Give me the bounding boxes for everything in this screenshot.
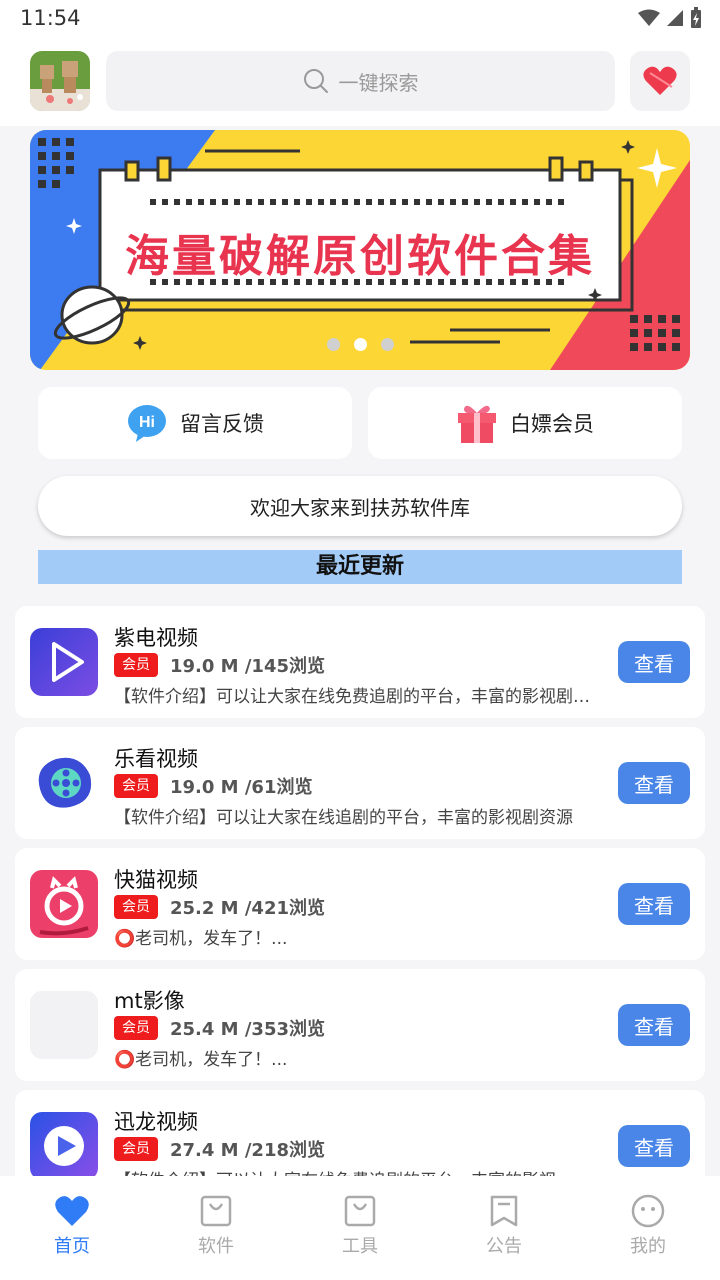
hi-bubble-icon: Hi [128,405,166,442]
app-name: 乐看视频 [114,747,198,771]
vip-badge: 会员 [114,774,158,798]
search-placeholder: 一键探索 [338,70,419,95]
app-description: 【软件介绍】可以让大家在线免费追剧的平台，丰富的影视 [114,1166,604,1176]
vip-badge: 会员 [114,1137,158,1161]
section-title: 最近更新 [38,550,682,584]
purple-play-icon [30,628,98,696]
app-meta: 25.4 M /353浏览 [170,1019,326,1040]
bottom-nav: 首页 软件 工具 公告 我的 [0,1176,720,1280]
nav-label: 首页 [54,1236,90,1257]
app-meta: 19.0 M /61浏览 [170,777,313,798]
heart-icon [643,66,677,95]
app-card[interactable]: 迅龙视频 会员 27.4 M /218浏览 【软件介绍】可以让大家在线免费追剧的… [15,1090,705,1176]
heart-icon [55,1196,89,1226]
free-vip-label: 白嫖会员 [510,412,594,436]
nav-label: 我的 [630,1236,666,1257]
cat-play-icon [30,870,98,938]
nav-software[interactable]: 软件 [144,1176,288,1280]
vip-badge: 会员 [114,653,158,677]
app-list[interactable]: 紫电视频 会员 19.0 M /145浏览 【软件介绍】可以让大家在线免费追剧的… [15,606,705,1176]
vip-badge: 会员 [114,895,158,919]
blank-icon [30,991,98,1059]
promo-banner[interactable]: 海量破解原创软件合集 [30,130,690,370]
banner-dot[interactable] [326,338,340,351]
view-button[interactable]: 查看 [618,762,690,804]
feedback-label: 留言反馈 [180,412,264,436]
app-description: 【软件介绍】可以让大家在线追剧的平台，丰富的影视剧资源 [114,808,573,828]
app-card[interactable]: 乐看视频 会员 19.0 M /61浏览 【软件介绍】可以让大家在线追剧的平台，… [15,727,705,839]
svg-text:Hi: Hi [139,414,155,431]
app-meta: 25.2 M /421浏览 [170,898,326,919]
app-card[interactable]: 快猫视频 会员 25.2 M /421浏览 ⭕老司机，发车了！... 查看 [15,848,705,960]
battery-icon [691,7,701,28]
nav-profile[interactable]: 我的 [576,1176,720,1280]
view-button[interactable]: 查看 [618,1004,690,1046]
status-icons [638,7,702,29]
status-bar: 11:54 [0,0,720,38]
app-description: 【软件介绍】可以让大家在线免费追剧的平台，丰富的影视剧资源 [114,687,604,707]
bag-icon [200,1195,232,1227]
gift-icon [458,405,496,443]
app-name: 紫电视频 [114,626,198,650]
nav-label: 工具 [342,1236,378,1257]
banner-pagination[interactable] [30,338,690,351]
app-card[interactable]: 紫电视频 会员 19.0 M /145浏览 【软件介绍】可以让大家在线免费追剧的… [15,606,705,718]
smiley-icon [631,1194,665,1228]
banner-dot[interactable] [380,338,394,351]
welcome-banner: 欢迎大家来到扶苏软件库 [38,476,682,536]
view-button[interactable]: 查看 [618,883,690,925]
nav-label: 公告 [486,1236,522,1257]
wifi-icon [638,9,660,26]
free-vip-button[interactable]: 白嫖会员 [368,387,682,459]
app-avatar[interactable] [30,51,90,111]
nav-home[interactable]: 首页 [0,1176,144,1280]
film-reel-icon [30,749,98,817]
app-description: ⭕老司机，发车了！... [114,929,288,949]
bookmark-icon [490,1195,518,1227]
view-button[interactable]: 查看 [618,641,690,683]
feedback-button[interactable]: Hi 留言反馈 [38,387,352,459]
nav-label: 软件 [198,1236,234,1257]
status-time: 11:54 [20,6,81,30]
signal-icon [667,10,683,26]
app-name: 快猫视频 [114,868,198,892]
nav-tools[interactable]: 工具 [288,1176,432,1280]
search-icon [303,69,328,93]
bag-icon [344,1195,376,1227]
app-name: 迅龙视频 [114,1110,198,1134]
nav-announcements[interactable]: 公告 [432,1176,576,1280]
banner-dot-active[interactable] [353,338,367,351]
blue-play-icon [30,1112,98,1176]
favorites-button[interactable] [630,51,690,111]
app-name: mt影像 [114,989,185,1013]
welcome-text: 欢迎大家来到扶苏软件库 [250,495,470,520]
view-button[interactable]: 查看 [618,1125,690,1167]
app-meta: 27.4 M /218浏览 [170,1140,326,1161]
app-meta: 19.0 M /145浏览 [170,656,326,677]
vip-badge: 会员 [114,1016,158,1040]
banner-title: 海量破解原创软件合集 [125,231,595,282]
search-bar[interactable]: 一键探索 [106,51,615,111]
header: 一键探索 [0,38,720,126]
app-description: ⭕老司机，发车了！... [114,1050,288,1070]
app-card[interactable]: mt影像 会员 25.4 M /353浏览 ⭕老司机，发车了！... 查看 [15,969,705,1081]
